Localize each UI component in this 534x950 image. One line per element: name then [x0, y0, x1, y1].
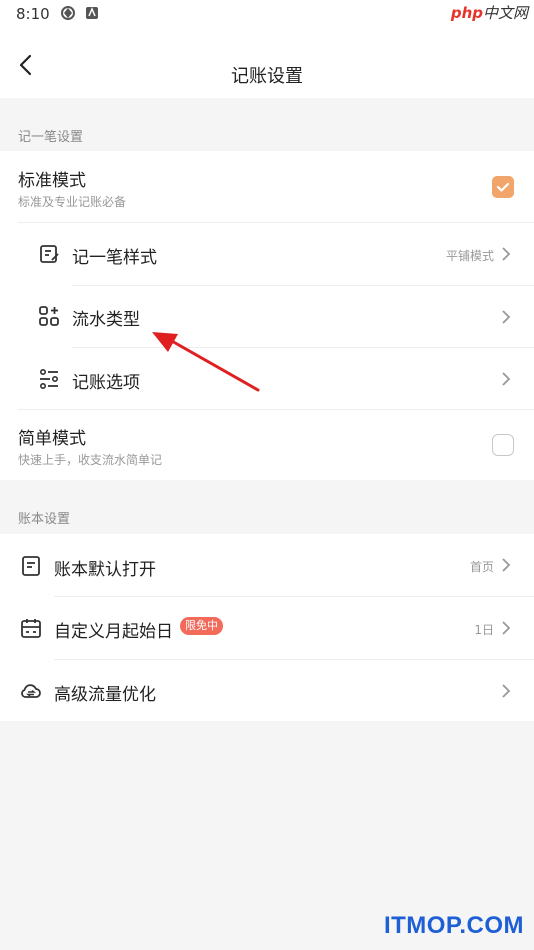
watermark-logo: php中文网: [450, 4, 528, 22]
check-icon: [496, 182, 510, 192]
chevron-right-icon: [502, 372, 511, 386]
standard-mode-checkbox[interactable]: [492, 176, 514, 198]
document-icon: [22, 556, 40, 576]
default-open-value: 首页: [469, 560, 494, 574]
simple-mode-checkbox[interactable]: [492, 434, 514, 456]
traffic-optimization-row[interactable]: 高级流量优化: [0, 660, 534, 721]
book-settings-card: 账本默认打开 首页 自定义月起始日 限免中 1日 高级流量优化: [0, 534, 534, 721]
nav-bar: 记账设置: [0, 30, 534, 98]
entry-style-value: 平铺模式: [445, 249, 494, 263]
edit-note-icon: [40, 245, 59, 263]
chevron-right-icon: [502, 621, 511, 635]
chevron-right-icon: [502, 310, 511, 324]
standard-mode-label: 标准模式: [18, 171, 86, 191]
entry-options-label: 记账选项: [72, 373, 140, 393]
cloud-sync-icon: [21, 684, 41, 698]
traffic-optimization-label: 高级流量优化: [54, 685, 156, 705]
chevron-right-icon: [502, 558, 511, 572]
flow-type-label: 流水类型: [72, 310, 140, 330]
annotation-arrow: [152, 332, 260, 392]
status-time: 8:10: [16, 5, 50, 23]
page-title: 记账设置: [231, 66, 303, 87]
free-promo-badge: 限免中: [180, 617, 223, 635]
standard-mode-row[interactable]: 标准模式 标准及专业记账必备: [0, 151, 534, 222]
watermark-site: ITMOP.COM: [383, 912, 524, 939]
sync-icon: [61, 6, 75, 20]
entry-settings-card: 标准模式 标准及专业记账必备 记一笔样式 平铺模式 流水类型 记账选项 简单模式…: [0, 151, 534, 480]
default-open-row[interactable]: 账本默认打开 首页: [0, 534, 534, 596]
entry-style-label: 记一笔样式: [72, 248, 157, 268]
calendar-icon: [21, 619, 41, 638]
sliders-icon: [39, 368, 59, 390]
section-heading-book: 账本设置: [18, 512, 71, 527]
default-open-label: 账本默认打开: [54, 560, 156, 580]
status-bar: 8:10 php中文网: [0, 0, 534, 30]
month-start-value: 1日: [474, 623, 494, 637]
section-heading-entry: 记一笔设置: [18, 130, 84, 145]
categories-icon: [39, 306, 59, 326]
simple-mode-desc: 快速上手，收支流水简单记: [18, 453, 163, 467]
month-start-label: 自定义月起始日: [54, 622, 173, 642]
simple-mode-row[interactable]: 简单模式 快速上手，收支流水简单记: [0, 410, 534, 480]
chevron-right-icon: [502, 247, 511, 261]
month-start-row[interactable]: 自定义月起始日 限免中 1日: [0, 597, 534, 659]
entry-style-row[interactable]: 记一笔样式 平铺模式: [0, 223, 534, 285]
standard-mode-desc: 标准及专业记账必备: [18, 195, 127, 209]
app-notification-icon: [86, 7, 98, 19]
chevron-right-icon: [502, 684, 511, 698]
simple-mode-label: 简单模式: [18, 429, 86, 449]
